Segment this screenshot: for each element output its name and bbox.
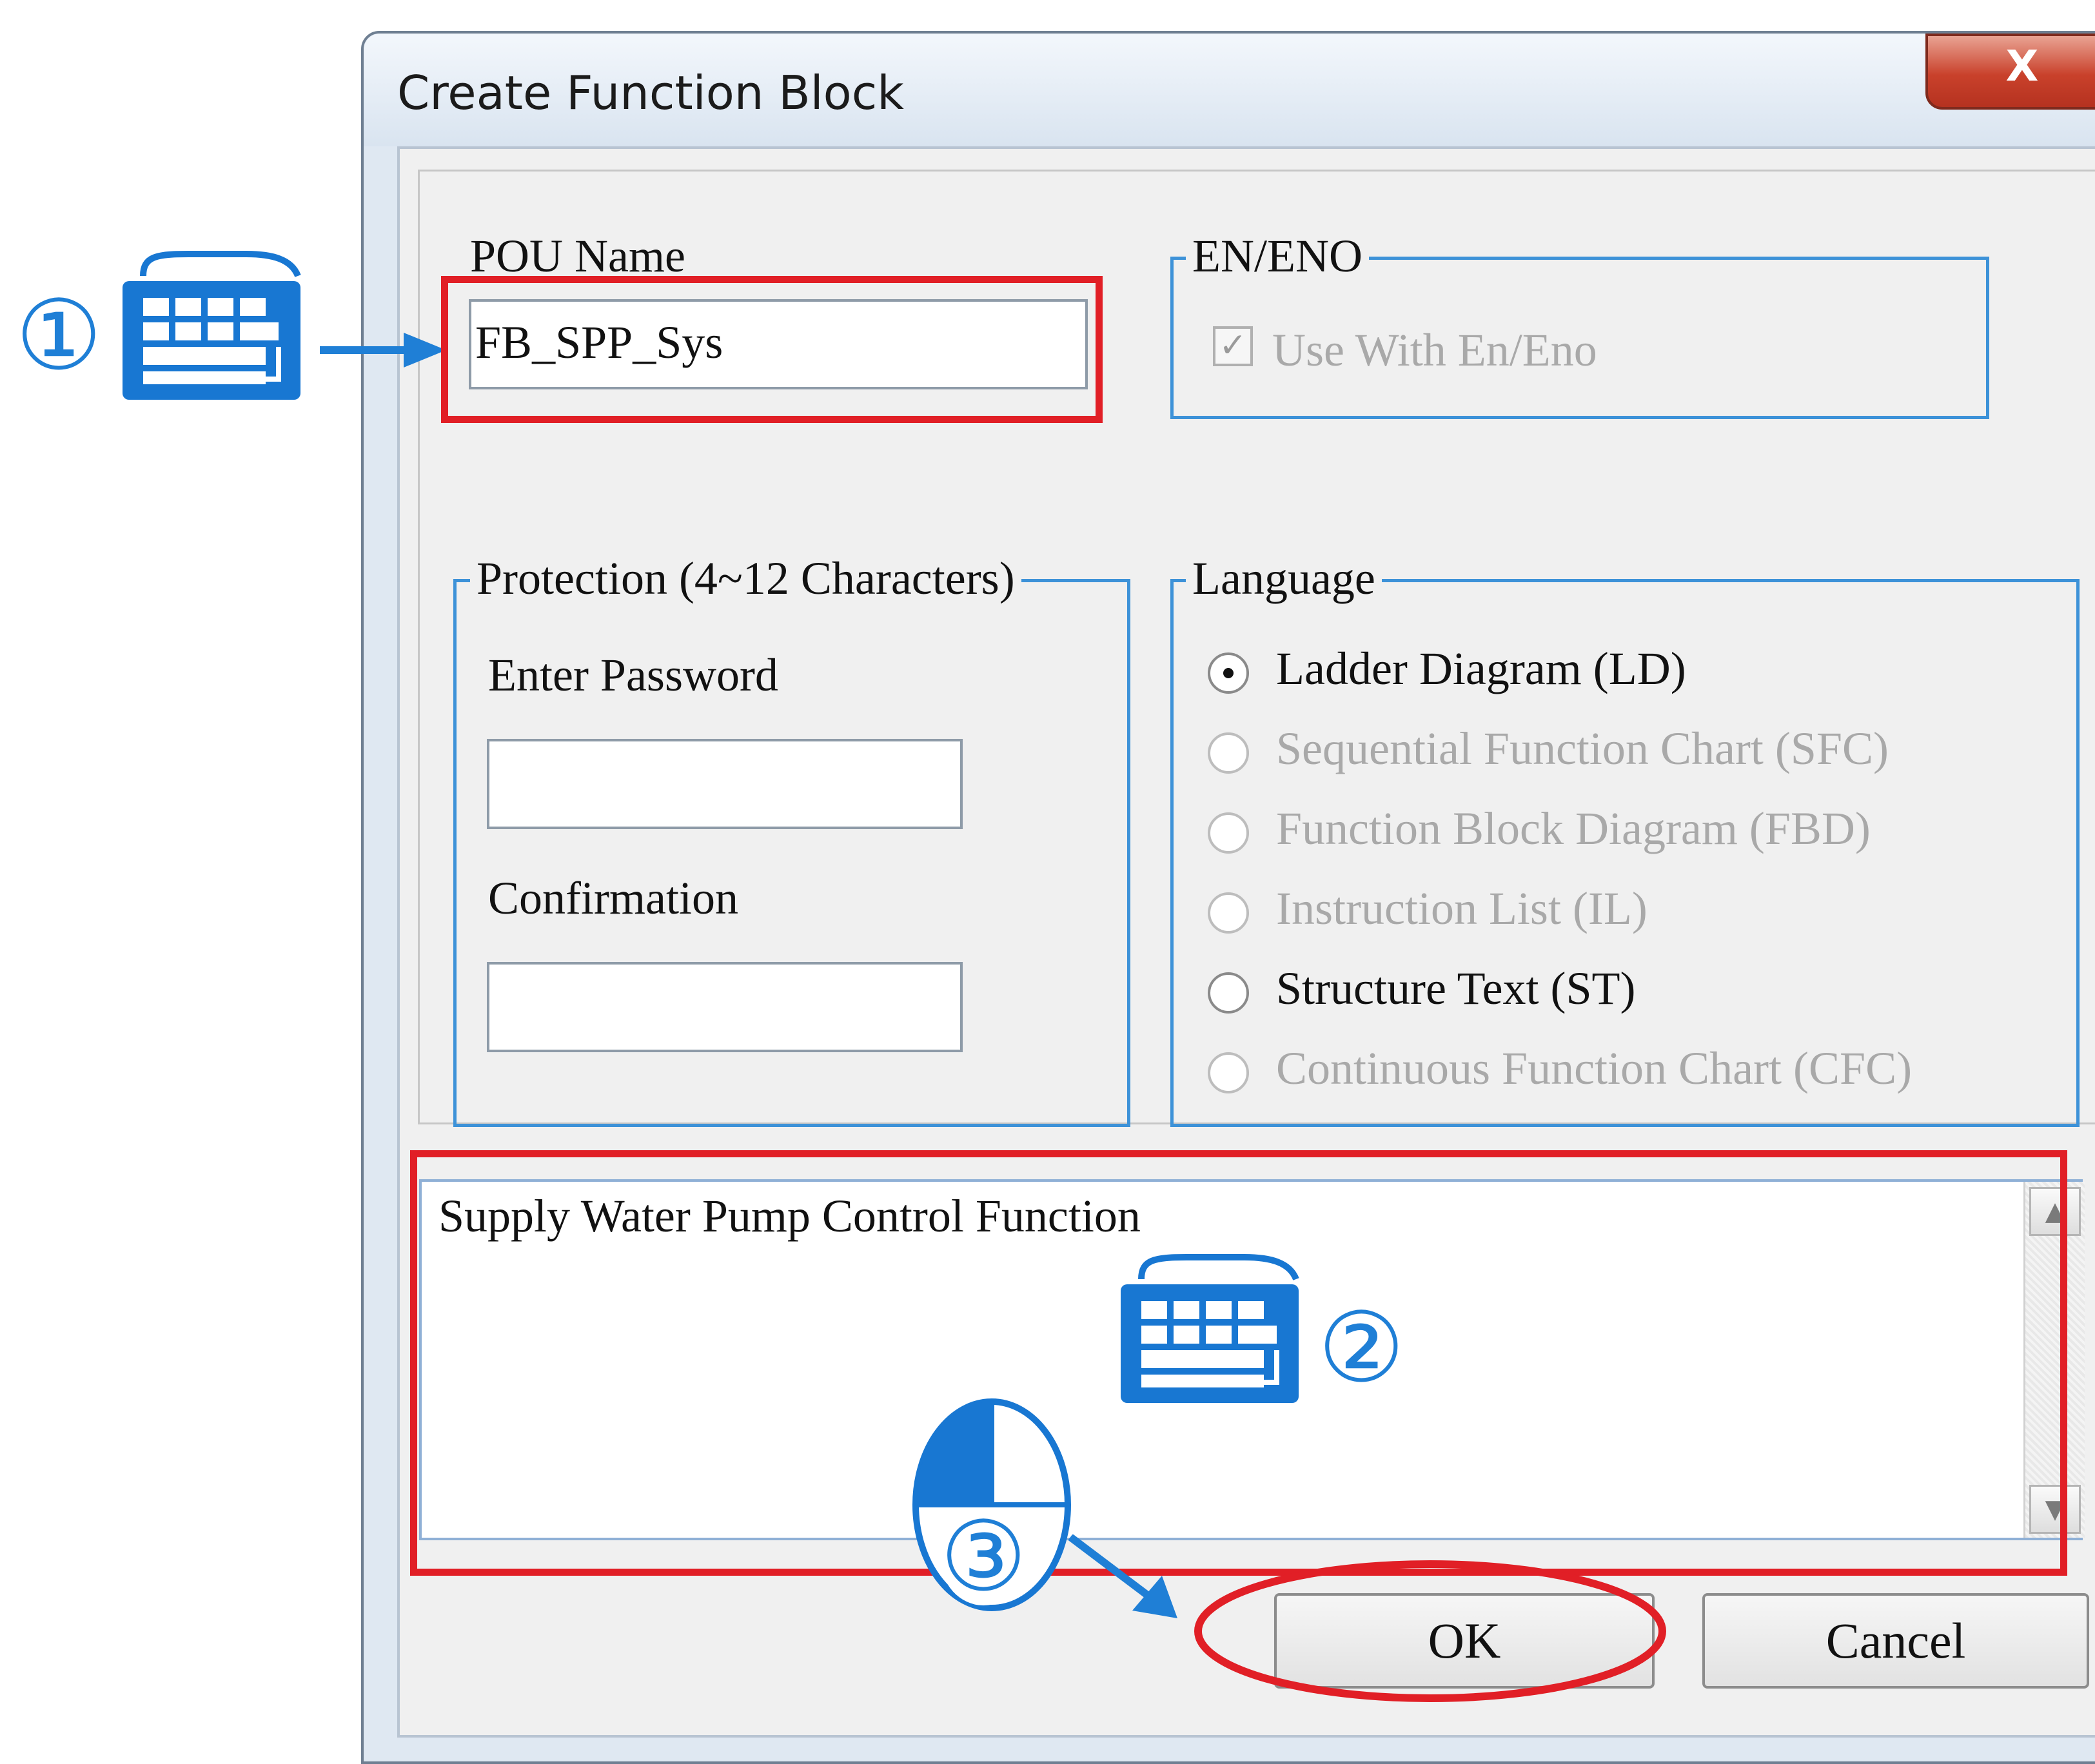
close-icon: X bbox=[2005, 41, 2039, 91]
highlight-pou-name bbox=[441, 276, 1103, 423]
radio-cfc[interactable] bbox=[1208, 1052, 1249, 1093]
en-eno-legend: EN/ENO bbox=[1186, 230, 1369, 283]
password-input[interactable] bbox=[487, 739, 963, 829]
language-option-sfc[interactable]: Sequential Function Chart (SFC) bbox=[1208, 714, 2046, 792]
use-en-eno-label: Use With En/Eno bbox=[1272, 324, 1597, 376]
language-label-sfc: Sequential Function Chart (SFC) bbox=[1276, 723, 1889, 774]
confirmation-input[interactable] bbox=[487, 962, 963, 1052]
language-label-ld: Ladder Diagram (LD) bbox=[1276, 643, 1686, 694]
pou-name-label: POU Name bbox=[470, 230, 685, 282]
radio-sfc[interactable] bbox=[1208, 732, 1249, 774]
language-label-cfc: Continuous Function Chart (CFC) bbox=[1276, 1043, 1913, 1094]
language-legend: Language bbox=[1186, 552, 1382, 605]
language-label-fbd: Function Block Diagram (FBD) bbox=[1276, 803, 1871, 854]
title-bar[interactable]: Create Function Block X bbox=[364, 34, 2095, 146]
language-option-ld[interactable]: Ladder Diagram (LD) bbox=[1208, 634, 2046, 712]
language-option-il[interactable]: Instruction List (IL) bbox=[1208, 874, 2046, 952]
cancel-button[interactable]: Cancel bbox=[1702, 1593, 2089, 1689]
arrow-right-icon bbox=[320, 333, 446, 368]
language-option-st[interactable]: Structure Text (ST) bbox=[1208, 954, 2046, 1032]
arrow-down-right-icon bbox=[1068, 1534, 1177, 1618]
radio-fbd[interactable] bbox=[1208, 812, 1249, 854]
language-label-il: Instruction List (IL) bbox=[1276, 883, 1647, 934]
radio-ld[interactable] bbox=[1208, 652, 1249, 694]
radio-st[interactable] bbox=[1208, 972, 1249, 1014]
use-en-eno-checkbox[interactable]: ✓ bbox=[1213, 326, 1253, 366]
highlight-ok-ellipse bbox=[1194, 1560, 1666, 1702]
step-2-marker: ② bbox=[1318, 1292, 1405, 1404]
window-title: Create Function Block bbox=[397, 66, 904, 120]
step-1-marker: ① bbox=[15, 280, 103, 392]
radio-il[interactable] bbox=[1208, 892, 1249, 934]
keyboard-icon bbox=[117, 250, 304, 405]
keyboard-icon bbox=[1116, 1253, 1303, 1408]
language-label-st: Structure Text (ST) bbox=[1276, 963, 1636, 1014]
protection-legend: Protection (4~12 Characters) bbox=[470, 552, 1021, 605]
confirmation-label: Confirmation bbox=[488, 872, 738, 924]
step-3-marker: ③ bbox=[940, 1501, 1027, 1613]
language-option-cfc[interactable]: Continuous Function Chart (CFC) bbox=[1208, 1034, 2046, 1112]
password-label: Enter Password bbox=[488, 649, 778, 701]
close-button[interactable]: X bbox=[1925, 34, 2095, 110]
language-option-fbd[interactable]: Function Block Diagram (FBD) bbox=[1208, 794, 2046, 872]
checkmark-icon: ✓ bbox=[1219, 326, 1247, 365]
